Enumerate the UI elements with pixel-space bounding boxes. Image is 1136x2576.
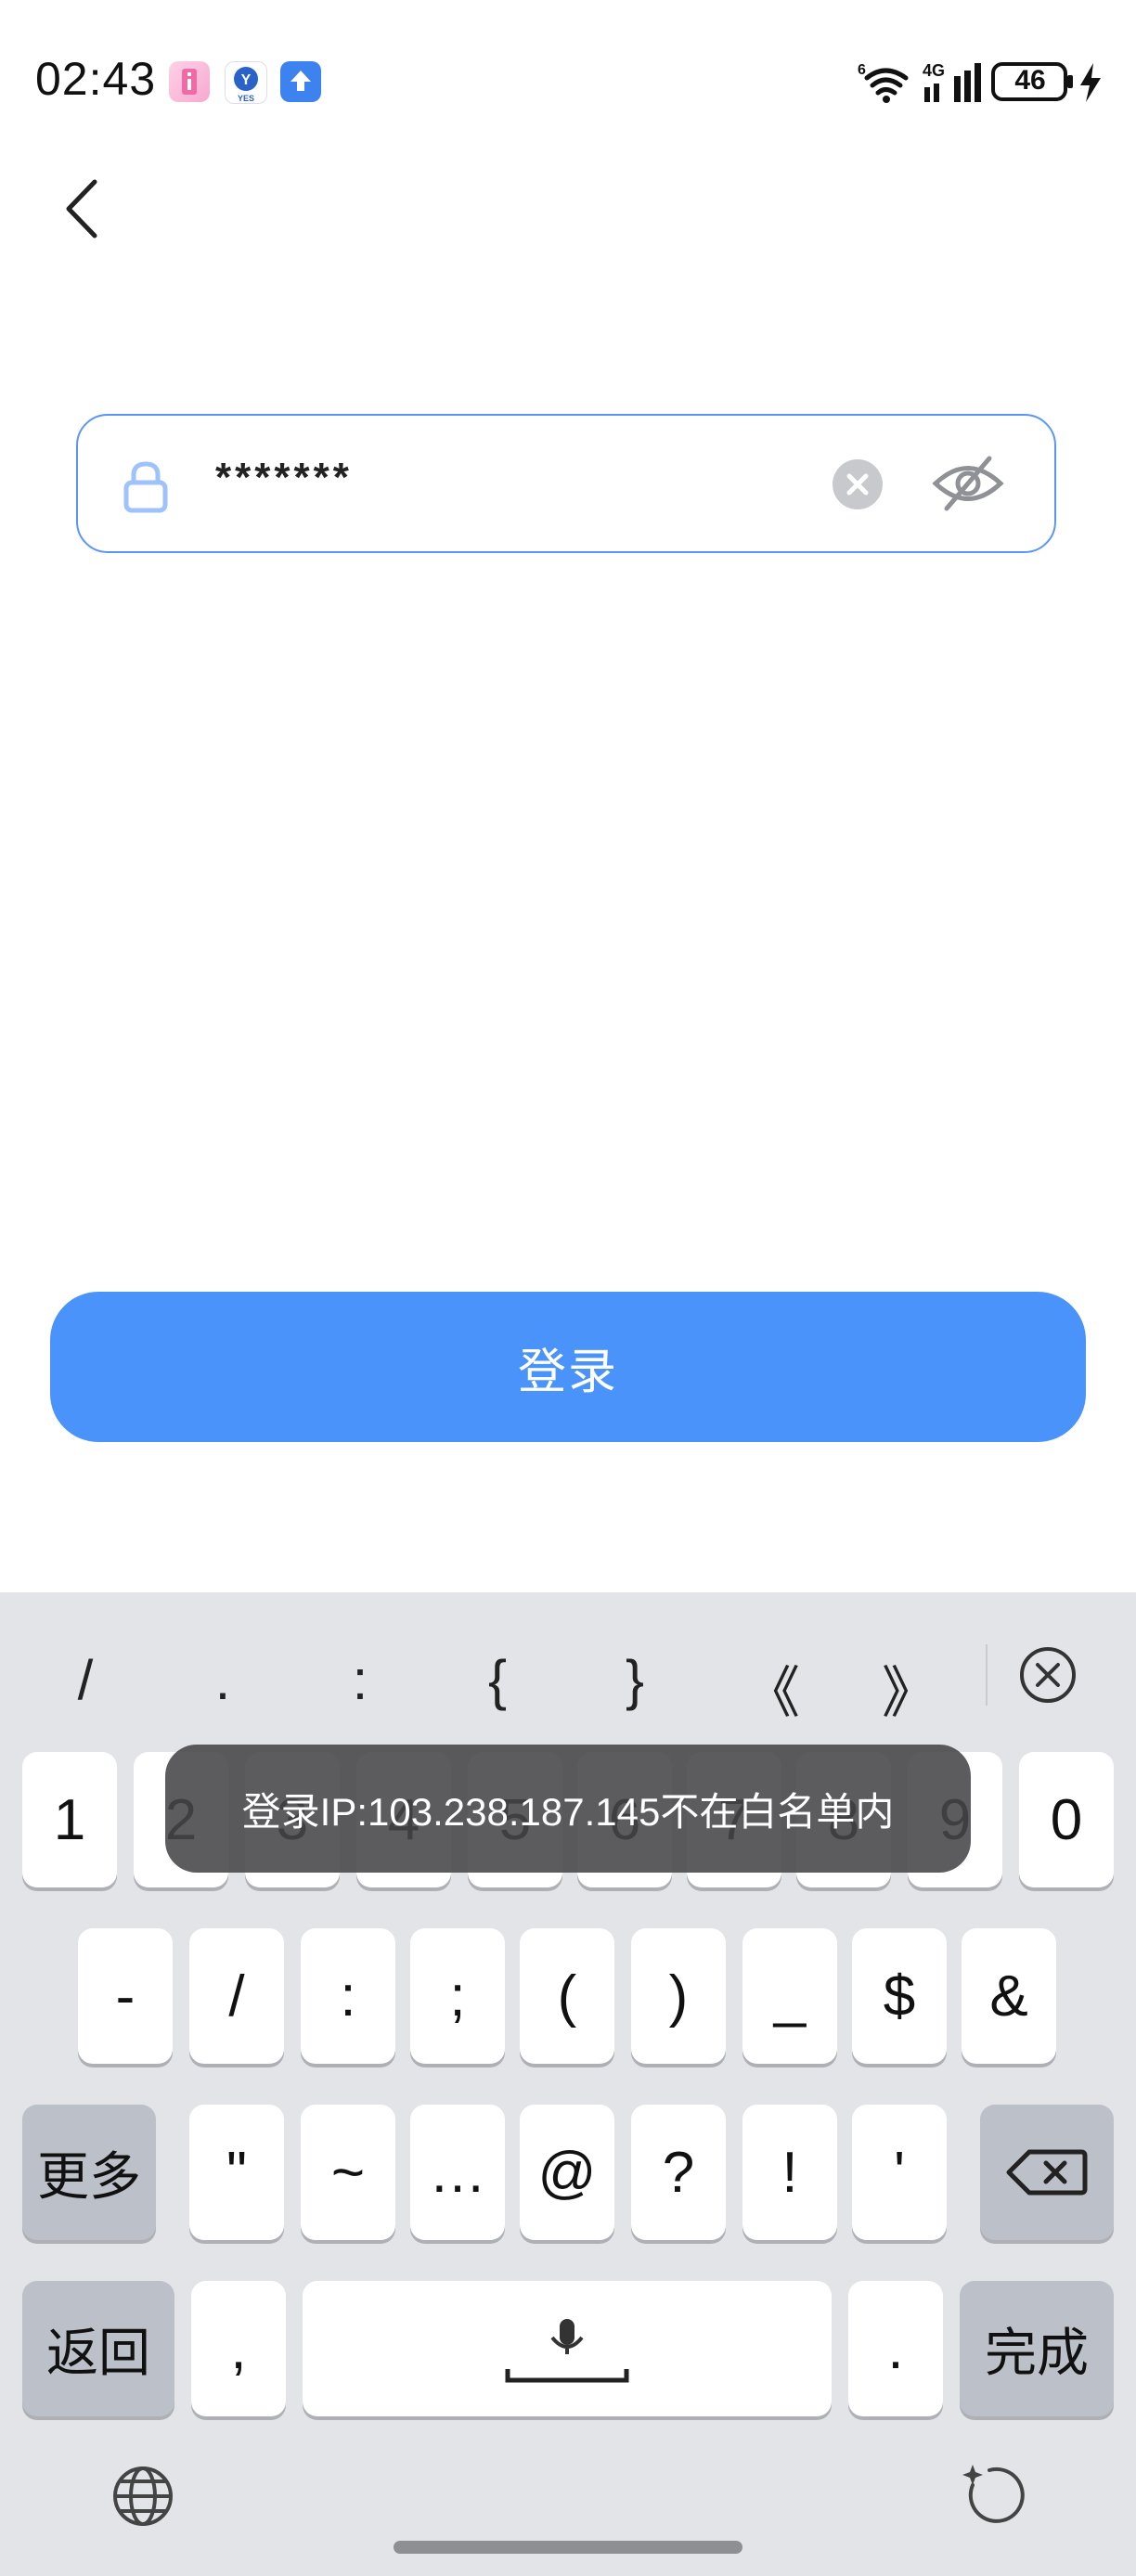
key-right-paren[interactable]: ) [631,1928,726,2064]
clear-icon [833,459,883,509]
key-slash[interactable]: / [189,1928,284,2064]
toast-message: 登录IP:103.238.187.145不在白名单内 [165,1745,971,1873]
svg-text:Y: Y [241,72,252,88]
symbol-key[interactable]: . [167,1648,278,1712]
soft-keyboard: / . : { } 《 》 1 2 3 4 5 6 7 8 9 0 - / : … [0,1592,1136,2576]
yes-app-icon: Y YES [225,61,267,104]
key-0[interactable]: 0 [1019,1752,1114,1887]
info-app-icon [169,61,210,102]
key-ellipsis[interactable]: … [410,2105,505,2240]
network-label: 4G [923,61,945,80]
wifi-icon: 6 [854,58,910,104]
globe-icon [113,2467,173,2526]
key-question[interactable]: ? [631,2105,726,2240]
home-indicator[interactable] [394,2541,742,2554]
symbol-key[interactable]: 》 [854,1648,965,1729]
key-ampersand[interactable]: & [962,1928,1056,2064]
wifi-badge: 6 [858,62,866,78]
key-period[interactable]: . [848,2281,943,2416]
charging-icon [1078,61,1103,104]
more-symbols-key[interactable]: 更多 [22,2105,156,2240]
microphone-space-icon [505,2319,629,2383]
back-button[interactable] [56,176,111,241]
key-tilde[interactable]: ~ [301,2105,395,2240]
key-1[interactable]: 1 [22,1752,117,1887]
eye-off-icon [932,456,1004,511]
password-field[interactable]: ******* [76,414,1056,553]
key-exclamation[interactable]: ! [742,2105,837,2240]
divider [986,1644,988,1706]
clear-input-button[interactable] [832,458,884,510]
key-left-paren[interactable]: ( [520,1928,614,2064]
symbol-key[interactable]: : [304,1648,416,1712]
battery-icon: 46 [991,59,1077,106]
lock-icon [121,458,171,514]
battery-level: 46 [1014,65,1046,96]
sparkle-refresh-icon [962,2465,1025,2523]
status-bar: 02:43 Y YES 6 4G 46 [0,0,1136,167]
chevron-left-icon [66,179,97,238]
key-dollar[interactable]: $ [852,1928,947,2064]
language-button[interactable] [110,2463,176,2530]
password-input-value[interactable]: ******* [215,455,353,501]
back-to-letters-key[interactable]: 返回 [22,2281,174,2416]
key-semicolon[interactable]: ; [410,1928,505,2064]
upload-app-icon [280,61,321,102]
symbol-key[interactable]: } [579,1648,691,1712]
symbol-key[interactable]: / [30,1648,141,1712]
cellular-signal-icon: 4G [921,58,982,104]
key-at[interactable]: @ [520,2105,614,2240]
login-button[interactable]: 登录 [50,1292,1086,1442]
symbol-key[interactable]: 《 [716,1648,828,1729]
backspace-key[interactable] [980,2105,1114,2240]
ai-assistant-button[interactable] [952,2459,1026,2533]
space-key[interactable] [303,2281,832,2416]
toggle-visibility-button[interactable] [932,451,1004,516]
key-quote[interactable]: " [189,2105,284,2240]
collapse-symbols-button[interactable] [1017,1644,1078,1706]
key-dash[interactable]: - [78,1928,173,2064]
status-time: 02:43 [35,53,157,105]
symbol-key[interactable]: { [442,1648,553,1712]
key-apostrophe[interactable]: ' [852,2105,947,2240]
backspace-icon [1006,2149,1088,2196]
key-underscore[interactable]: _ [742,1928,837,2064]
key-comma[interactable]: , [191,2281,286,2416]
close-circle-icon [1020,1647,1076,1703]
key-colon[interactable]: : [301,1928,395,2064]
svg-text:YES: YES [238,94,254,103]
done-key[interactable]: 完成 [960,2281,1114,2416]
